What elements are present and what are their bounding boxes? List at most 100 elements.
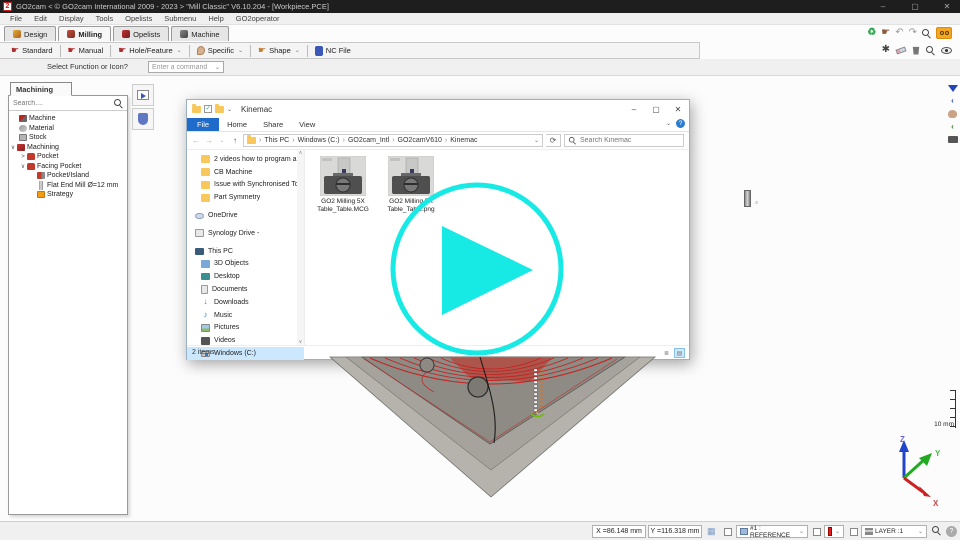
tab-design[interactable]: Design bbox=[4, 26, 56, 41]
sidebar-item-synchronised-tools[interactable]: Issue with Synchronised Tools bbox=[187, 179, 304, 192]
menu-tools[interactable]: Tools bbox=[90, 14, 120, 23]
menu-go2operator[interactable]: GO2operator bbox=[230, 14, 286, 23]
eraser-icon[interactable] bbox=[895, 46, 906, 54]
file-tile-mcg[interactable]: GO2 Milling 5X Table_Table.MCG bbox=[317, 156, 369, 345]
tree-item-flat-end-mill[interactable]: Flat End Mill Ø=12 mm bbox=[9, 181, 127, 191]
zoom-icon[interactable] bbox=[922, 29, 931, 38]
back-icon[interactable]: ← bbox=[191, 136, 201, 145]
redo-icon[interactable]: ↷ bbox=[909, 28, 917, 38]
nc-file-button[interactable]: NC File bbox=[308, 43, 358, 58]
tree-item-pocket[interactable]: > Pocket bbox=[9, 152, 127, 162]
tree-item-pocket-island[interactable]: Pocket/Island bbox=[9, 171, 127, 181]
sidebar-item-cb-machine[interactable]: CB Machine bbox=[187, 166, 304, 179]
explorer-tab-home[interactable]: Home bbox=[219, 118, 255, 131]
menu-help[interactable]: Help bbox=[202, 14, 229, 23]
sidebar-item-this-pc[interactable]: This PC bbox=[187, 245, 304, 258]
expander-closed-icon[interactable]: > bbox=[19, 154, 27, 160]
scroll-up-icon[interactable]: ∧ bbox=[299, 150, 303, 156]
menu-submenu[interactable]: Submenu bbox=[158, 14, 202, 23]
breadcrumb-go2cam-intl[interactable]: GO2cam_Intl bbox=[348, 137, 389, 144]
machine-camera-icon[interactable] bbox=[948, 136, 958, 143]
sidebar-item-documents[interactable]: Documents bbox=[187, 283, 304, 296]
breadcrumb-this-pc[interactable]: This PC bbox=[264, 137, 289, 144]
standard-button[interactable]: ☛ Standard bbox=[4, 43, 60, 58]
simulation-button[interactable] bbox=[132, 84, 154, 106]
command-combobox[interactable]: Enter a command ⌄ bbox=[148, 61, 224, 73]
menu-edit[interactable]: Edit bbox=[28, 14, 53, 23]
undo-icon[interactable]: ↶ bbox=[895, 28, 903, 38]
sidebar-item-pictures[interactable]: Pictures bbox=[187, 322, 304, 335]
explorer-search-box[interactable] bbox=[564, 134, 684, 147]
breadcrumb-windows-c[interactable]: Windows (C:) bbox=[298, 137, 340, 144]
sidebar-item-music[interactable]: ♪Music bbox=[187, 309, 304, 322]
nc-shield-button[interactable] bbox=[132, 108, 154, 130]
recent-locations-icon[interactable]: ⌄ bbox=[217, 137, 227, 144]
tool-analysis-icon[interactable]: ✱ bbox=[882, 45, 890, 55]
manual-button[interactable]: ☛ Manual bbox=[61, 43, 111, 58]
tree-item-facing-pocket[interactable]: ∨ Facing Pocket bbox=[9, 162, 127, 172]
sidebar-item-desktop[interactable]: Desktop bbox=[187, 270, 304, 283]
tree-search-input[interactable] bbox=[13, 100, 103, 107]
help-icon[interactable]: ? bbox=[946, 526, 957, 537]
maximize-button[interactable]: ▢ bbox=[906, 0, 924, 13]
qat-dropdown-icon[interactable]: ⌄ bbox=[227, 106, 232, 113]
address-dropdown-icon[interactable]: ⌄ bbox=[534, 137, 539, 144]
expander-open-icon[interactable]: ∨ bbox=[9, 144, 17, 151]
explorer-maximize-button[interactable]: ▢ bbox=[645, 100, 667, 118]
minimize-button[interactable]: – bbox=[874, 0, 892, 13]
sidebar-item-part-symmetry[interactable]: Part Symmetry bbox=[187, 191, 304, 204]
color-picker[interactable]: ⌄ bbox=[824, 525, 844, 538]
sidebar-item-videos-folder[interactable]: 2 videos how to program a 3X Deb bbox=[187, 153, 304, 166]
play-triangle-icon[interactable] bbox=[442, 226, 533, 315]
machining-panel-tab[interactable]: Machining bbox=[10, 82, 72, 96]
sync-icon[interactable]: ♻ bbox=[867, 28, 876, 38]
explorer-tab-view[interactable]: View bbox=[291, 118, 323, 131]
menu-opelists[interactable]: Opelists bbox=[119, 14, 158, 23]
tab-machine[interactable]: Machine bbox=[171, 26, 228, 41]
shape-button[interactable]: ☛ Shape ⌄ bbox=[251, 43, 307, 58]
operator-head-icon[interactable] bbox=[948, 110, 957, 118]
refresh-icon[interactable]: ⟳ bbox=[546, 134, 561, 147]
menu-file[interactable]: File bbox=[4, 14, 28, 23]
sidebar-item-synology-drive[interactable]: Synology Drive - bbox=[187, 227, 304, 240]
tab-milling[interactable]: Milling bbox=[58, 26, 111, 41]
glasses-view-icon[interactable] bbox=[936, 27, 952, 39]
explorer-tab-share[interactable]: Share bbox=[255, 118, 291, 131]
explorer-tab-file[interactable]: File bbox=[187, 118, 219, 131]
pointer-hand-icon[interactable]: ☛ bbox=[881, 28, 890, 38]
video-play-overlay[interactable] bbox=[388, 181, 566, 359]
tab-opelists[interactable]: Opelists bbox=[113, 26, 169, 41]
collapse-blue-icon[interactable]: ‹ bbox=[951, 97, 954, 105]
sidebar-scrollbar[interactable]: ∧ ∨ bbox=[297, 150, 304, 345]
tree-item-machining[interactable]: ∨ Machining bbox=[9, 143, 127, 153]
close-button[interactable]: ✕ bbox=[938, 0, 956, 13]
up-icon[interactable]: ↑ bbox=[230, 136, 240, 145]
sidebar-item-onedrive[interactable]: OneDrive bbox=[187, 209, 304, 222]
tree-item-strategy[interactable]: Strategy bbox=[9, 190, 127, 200]
tree-item-machine[interactable]: Machine bbox=[9, 114, 127, 124]
specific-button[interactable]: Specific ⌄ bbox=[190, 43, 250, 58]
layer-combobox[interactable]: LAYER :1 ⌄ bbox=[861, 525, 927, 538]
filter-icon[interactable] bbox=[948, 85, 958, 92]
explorer-help-icon[interactable]: ? bbox=[676, 119, 685, 128]
explorer-close-button[interactable]: ✕ bbox=[667, 100, 689, 118]
reference-checkbox[interactable] bbox=[724, 528, 732, 536]
sidebar-item-downloads[interactable]: ↓Downloads bbox=[187, 296, 304, 309]
explorer-minimize-button[interactable]: – bbox=[623, 100, 645, 118]
layer-checkbox[interactable] bbox=[850, 528, 858, 536]
explorer-search-input[interactable] bbox=[580, 137, 680, 144]
reference-combobox[interactable]: #1 : REFERENCE ⌄ bbox=[736, 525, 808, 538]
sidebar-item-3d-objects[interactable]: 3D Objects bbox=[187, 258, 304, 271]
folder-icon[interactable] bbox=[215, 106, 224, 113]
breadcrumb-go2camv610[interactable]: GO2camV610 bbox=[398, 137, 442, 144]
view-rotate-eye-icon[interactable] bbox=[941, 47, 952, 54]
checkmark-icon[interactable]: ✓ bbox=[204, 105, 212, 113]
collapse-green-icon[interactable]: ‹ bbox=[951, 123, 954, 131]
forward-icon[interactable]: → bbox=[204, 136, 214, 145]
delete-bin-icon[interactable] bbox=[912, 46, 920, 55]
expander-open-icon[interactable]: ∨ bbox=[19, 163, 27, 170]
hole-feature-button[interactable]: ☛ Hole/Feature ⌄ bbox=[111, 43, 188, 58]
breadcrumb-kinemac[interactable]: Kinemac bbox=[450, 137, 477, 144]
menu-display[interactable]: Display bbox=[53, 14, 90, 23]
ribbon-collapse-icon[interactable]: ⌄ bbox=[666, 120, 671, 127]
